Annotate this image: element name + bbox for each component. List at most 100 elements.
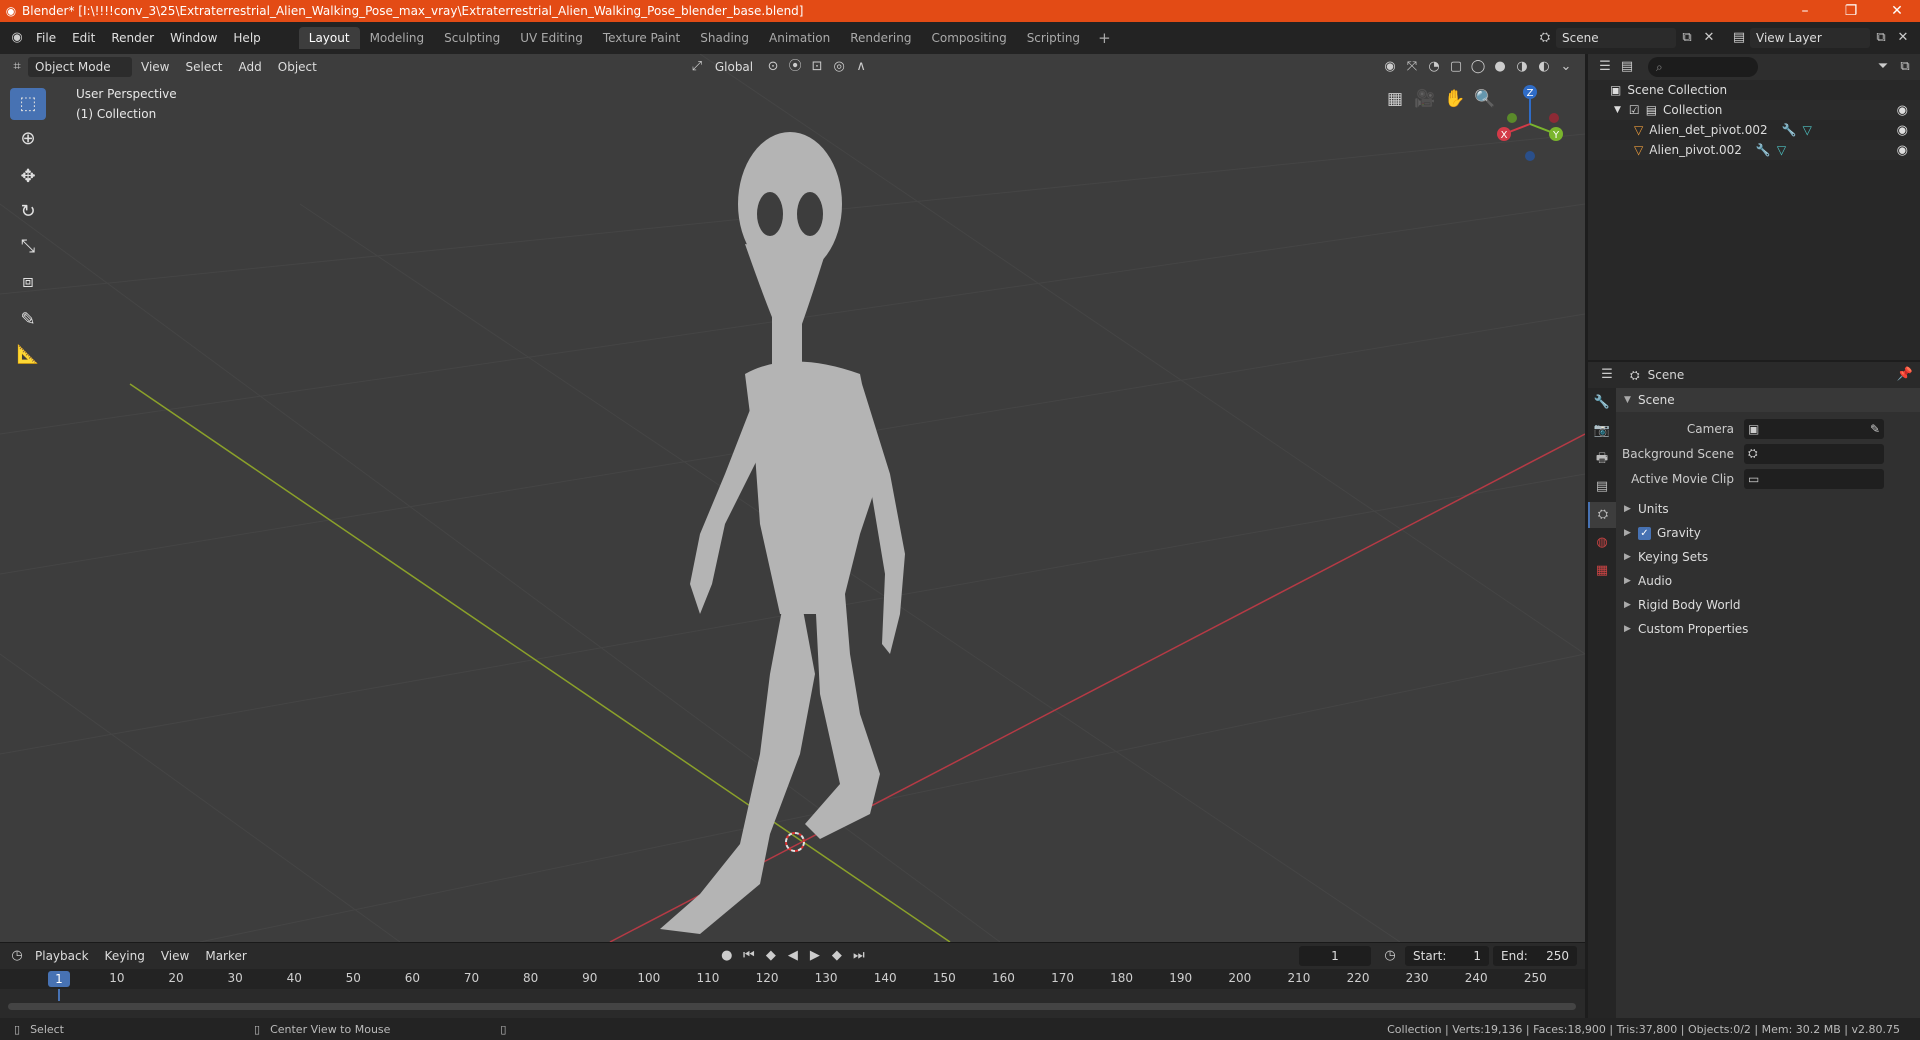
snap-icon[interactable]: ⦿ bbox=[784, 57, 806, 77]
move-tool-icon[interactable]: ✥ bbox=[10, 161, 46, 193]
start-frame-field[interactable]: Start: 1 bbox=[1405, 946, 1489, 966]
play-icon[interactable]: ▶ bbox=[804, 946, 826, 966]
tab-compositing[interactable]: Compositing bbox=[921, 27, 1016, 49]
menu-select[interactable]: Select bbox=[178, 57, 229, 77]
remove-view-layer-icon[interactable]: ✕ bbox=[1892, 28, 1914, 48]
editor-type-icon[interactable]: ⌗ bbox=[6, 57, 28, 77]
tab-sculpting[interactable]: Sculpting bbox=[434, 27, 510, 49]
axis-gizmo[interactable]: Z X Y bbox=[1490, 84, 1570, 164]
pivot-icon[interactable]: ⊙ bbox=[762, 57, 784, 77]
menu-render[interactable]: Render bbox=[103, 27, 162, 49]
jump-start-icon[interactable]: ⏮ bbox=[738, 946, 760, 966]
menu-object[interactable]: Object bbox=[271, 57, 324, 77]
add-workspace-icon[interactable]: + bbox=[1090, 29, 1119, 47]
tab-uv-editing[interactable]: UV Editing bbox=[510, 27, 593, 49]
active-movie-clip-field[interactable]: ▭ bbox=[1744, 468, 1884, 489]
collection-eye-icon[interactable]: ◉ bbox=[1897, 103, 1908, 118]
transform-tool-icon[interactable]: ⧈ bbox=[10, 266, 46, 298]
view-layer-field[interactable]: View Layer bbox=[1750, 28, 1870, 48]
gravity-panel-header[interactable]: ▶ ✓ Gravity bbox=[1616, 521, 1920, 545]
playhead[interactable]: 1 bbox=[48, 971, 70, 987]
material-shading-icon[interactable]: ◑ bbox=[1511, 57, 1533, 77]
scene-selector-icon[interactable]: ⛭ bbox=[1534, 28, 1556, 48]
units-panel-header[interactable]: ▶ Units bbox=[1616, 497, 1920, 521]
render-tab-icon[interactable]: 📷 bbox=[1588, 418, 1616, 444]
timeline-editor-icon[interactable]: ◷ bbox=[6, 946, 28, 966]
object-row[interactable]: ▽ Alien_det_pivot.002 🔧 ▽ ◉ bbox=[1588, 120, 1920, 140]
annotate-tool-icon[interactable]: ✎ bbox=[10, 304, 46, 336]
new-collection-icon[interactable]: ⧉ bbox=[1894, 57, 1916, 77]
pan-hand-icon[interactable]: ✋ bbox=[1440, 84, 1470, 114]
view-layer-icon[interactable]: ▤ bbox=[1728, 28, 1750, 48]
prev-keyframe-icon[interactable]: ◆ bbox=[760, 946, 782, 966]
texture-tab-icon[interactable]: ▦ bbox=[1588, 558, 1616, 584]
blender-menu-icon[interactable]: ◉ bbox=[6, 28, 28, 48]
frame-ruler[interactable]: 1 10 20 30 40 50 60 70 80 90 100 110 120 130 140 150 160… bbox=[0, 969, 1585, 989]
properties-editor[interactable]: ☰ ⛭ Scene 📌 🔧 📷 🖶 ▤ ⛭ ◍ ▦ ▼ Scene Camera… bbox=[1588, 362, 1920, 1018]
collection-checkbox-icon[interactable]: ☑ bbox=[1629, 103, 1640, 117]
restore-icon[interactable]: ❐ bbox=[1828, 3, 1874, 19]
tab-scripting[interactable]: Scripting bbox=[1017, 27, 1090, 49]
new-scene-icon[interactable]: ⧉ bbox=[1676, 28, 1698, 48]
menu-marker[interactable]: Marker bbox=[198, 946, 253, 966]
menu-help[interactable]: Help bbox=[225, 27, 268, 49]
select-box-tool-icon[interactable]: ⬚ bbox=[10, 88, 46, 120]
snap-target-icon[interactable]: ⊡ bbox=[806, 57, 828, 77]
audio-panel-header[interactable]: ▶ Audio bbox=[1616, 569, 1920, 593]
remove-scene-icon[interactable]: ✕ bbox=[1698, 28, 1720, 48]
timeline-scrollbar[interactable] bbox=[8, 1003, 1576, 1010]
rotate-tool-icon[interactable]: ↻ bbox=[10, 196, 46, 228]
outliner-search-input[interactable]: ⌕ bbox=[1648, 57, 1758, 77]
close-icon[interactable]: ✕ bbox=[1874, 3, 1920, 19]
outliner[interactable]: ☰ ▤ ⌕ ⏷ ⧉ ▣ Scene Collection ▼ ☑ ▤ Colle… bbox=[1588, 54, 1920, 360]
scale-tool-icon[interactable]: ⤡ bbox=[10, 231, 46, 263]
tab-rendering[interactable]: Rendering bbox=[840, 27, 921, 49]
menu-keying[interactable]: Keying bbox=[98, 946, 152, 966]
expand-collection-icon[interactable]: ▼ bbox=[1614, 105, 1621, 115]
background-scene-field[interactable]: ⛭ bbox=[1744, 443, 1884, 464]
tab-shading[interactable]: Shading bbox=[690, 27, 759, 49]
properties-editor-icon[interactable]: ☰ bbox=[1596, 365, 1618, 385]
solid-shading-icon[interactable]: ● bbox=[1489, 57, 1511, 77]
current-frame-field[interactable]: 1 bbox=[1299, 946, 1371, 966]
play-reverse-icon[interactable]: ◀ bbox=[782, 946, 804, 966]
next-keyframe-icon[interactable]: ◆ bbox=[826, 946, 848, 966]
filter-icon[interactable]: ⏷ bbox=[1872, 57, 1894, 77]
keying-sets-panel-header[interactable]: ▶ Keying Sets bbox=[1616, 545, 1920, 569]
custom-properties-panel-header[interactable]: ▶ Custom Properties bbox=[1616, 617, 1920, 641]
jump-end-icon[interactable]: ⏭ bbox=[848, 946, 870, 966]
scene-panel-header[interactable]: ▼ Scene bbox=[1616, 388, 1920, 412]
outliner-editor-icon[interactable]: ☰ bbox=[1594, 57, 1616, 77]
cursor-tool-icon[interactable]: ⊕ bbox=[10, 123, 46, 155]
menu-file[interactable]: File bbox=[28, 27, 64, 49]
mode-selector[interactable]: Object Mode bbox=[28, 57, 132, 77]
orientation-selector[interactable]: Global bbox=[708, 57, 760, 77]
end-frame-field[interactable]: End: 250 bbox=[1493, 946, 1577, 966]
camera-view-icon[interactable]: 🎥 bbox=[1410, 84, 1440, 114]
tab-animation[interactable]: Animation bbox=[759, 27, 840, 49]
proportional-edit-icon[interactable]: ◎ bbox=[828, 57, 850, 77]
3d-viewport[interactable]: ⌗ Object Mode View Select Add Object ⤢ G… bbox=[0, 54, 1585, 942]
measure-tool-icon[interactable]: 📐 bbox=[10, 339, 46, 371]
camera-field[interactable]: ▣ ✎ bbox=[1744, 418, 1884, 439]
tool-tab-icon[interactable]: 🔧 bbox=[1588, 390, 1616, 416]
wireframe-shading-icon[interactable]: ◯ bbox=[1467, 57, 1489, 77]
output-tab-icon[interactable]: 🖶 bbox=[1588, 446, 1616, 472]
tab-modeling[interactable]: Modeling bbox=[360, 27, 435, 49]
view-layer-tab-icon[interactable]: ▤ bbox=[1588, 474, 1616, 500]
object-eye-icon[interactable]: ◉ bbox=[1897, 143, 1908, 158]
menu-edit[interactable]: Edit bbox=[64, 27, 103, 49]
scene-collection-row[interactable]: ▣ Scene Collection bbox=[1588, 80, 1920, 100]
shading-options-icon[interactable]: ⌄ bbox=[1555, 57, 1577, 77]
gravity-checkbox[interactable]: ✓ bbox=[1638, 526, 1651, 540]
tab-layout[interactable]: Layout bbox=[298, 27, 360, 49]
object-eye-icon[interactable]: ◉ bbox=[1897, 123, 1908, 138]
overlay-icon[interactable]: ◔ bbox=[1423, 57, 1445, 77]
menu-timeline-view[interactable]: View bbox=[154, 946, 196, 966]
collection-row[interactable]: ▼ ☑ ▤ Collection ◉ bbox=[1588, 100, 1920, 120]
xray-icon[interactable]: ▢ bbox=[1445, 57, 1467, 77]
menu-add[interactable]: Add bbox=[232, 57, 269, 77]
menu-playback[interactable]: Playback bbox=[28, 946, 96, 966]
timeline[interactable]: ◷ Playback Keying View Marker ● ⏮ ◆ ◀ ▶ … bbox=[0, 942, 1585, 1018]
pin-icon[interactable]: 📌 bbox=[1894, 365, 1916, 385]
